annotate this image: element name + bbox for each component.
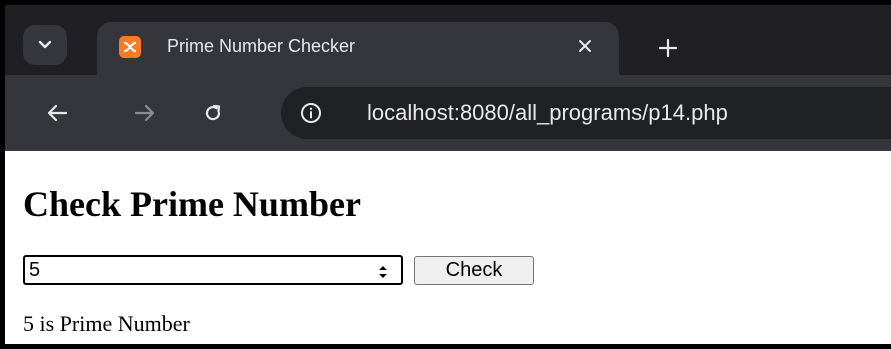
tab-title: Prime Number Checker xyxy=(167,36,356,56)
reload-button[interactable] xyxy=(193,93,233,133)
result-text: 5 is Prime Number xyxy=(23,311,190,336)
address-bar[interactable]: localhost:8080/all_programs/p14.php xyxy=(281,87,891,139)
browser-toolbar: localhost:8080/all_programs/p14.php xyxy=(5,75,891,151)
page-title: Check Prime Number xyxy=(23,184,361,224)
info-icon xyxy=(301,103,321,123)
close-icon xyxy=(579,40,591,52)
forward-button[interactable] xyxy=(125,93,165,133)
reload-icon xyxy=(205,104,221,121)
check-button[interactable]: Check xyxy=(414,256,534,285)
number-input[interactable]: 5 xyxy=(23,255,403,285)
plus-icon xyxy=(658,38,678,58)
arrow-right-icon xyxy=(134,104,155,122)
arrow-left-icon xyxy=(47,104,68,122)
chevron-down-icon xyxy=(38,40,52,49)
site-info-button[interactable] xyxy=(293,95,329,131)
number-input-value: 5 xyxy=(29,259,41,281)
xampp-icon xyxy=(119,36,141,58)
browser-window: Prime Number Checker localhost:8080/all_… xyxy=(0,0,891,349)
spinner-icon[interactable] xyxy=(377,264,389,280)
active-tab[interactable]: Prime Number Checker xyxy=(97,22,619,75)
url-text[interactable]: localhost:8080/all_programs/p14.php xyxy=(367,100,728,126)
new-tab-button[interactable] xyxy=(651,31,685,65)
tab-close-button[interactable] xyxy=(571,32,599,60)
tab-search-button[interactable] xyxy=(23,25,67,65)
tab-strip: Prime Number Checker xyxy=(5,5,891,75)
back-button[interactable] xyxy=(37,93,77,133)
